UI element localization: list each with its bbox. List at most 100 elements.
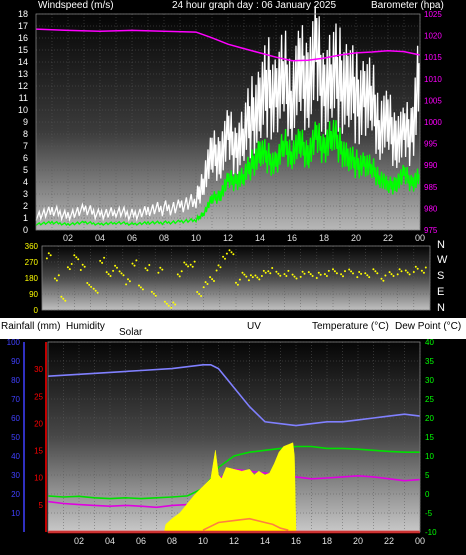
direction-point [342,275,344,278]
direction-point [382,279,385,282]
y-tick-label-temp: 40 [425,339,434,347]
y-tick-label-wind: 13 [18,69,28,79]
direction-point [299,275,302,278]
direction-point [238,278,241,281]
direction-point [118,270,121,273]
dewpoint-label: Dew Point (°C) [395,321,462,332]
direction-point [139,286,142,289]
compass-w: W [437,254,448,266]
direction-point [348,268,351,271]
direction-point [327,269,330,272]
direction-point [368,276,371,279]
y-tick-label-humidity: 30 [11,471,20,480]
direction-point [224,257,226,260]
direction-point [105,271,108,274]
direction-point [68,268,71,271]
direction-point [256,276,259,279]
direction-point [249,274,252,277]
y-tick-label-barometer: 975 [424,226,438,235]
direction-point [180,270,183,273]
direction-point [335,272,338,275]
direction-point [152,292,155,295]
direction-point [254,274,257,277]
y-tick-label-wind: 18 [18,9,28,19]
direction-point [198,293,201,295]
compass-e: E [437,286,445,298]
wind-direction-chart: 0 90 180 270 360 [25,242,431,315]
direction-point [271,267,274,269]
y-tick-label-wind: 4 [23,177,28,187]
direction-point [86,282,89,284]
direction-point [83,265,86,268]
direction-point [307,271,310,274]
direction-point [127,278,129,281]
direction-point [88,283,91,286]
direction-point [247,279,250,282]
y-tick-label-temp: 0 [425,490,430,499]
y-tick-label-temp: 15 [425,433,434,442]
direction-point [279,274,282,277]
y-tick-label-wind: 5 [23,165,28,175]
x-tick-label: 18 [322,536,332,546]
direction-point [133,264,136,267]
direction-point [215,269,218,272]
direction-point [178,275,181,278]
y-tick-label-barometer: 1015 [424,53,442,62]
y-tick-label-barometer: 1020 [424,32,442,41]
direction-point [408,273,411,276]
x-tick-label: 10 [198,536,208,546]
y-tick-label-direction: 180 [25,274,39,283]
x-tick-label: 22 [384,536,394,546]
y-tick-label-temp: 20 [425,414,434,423]
x-tick-label: 04 [105,536,115,546]
direction-point [120,272,123,275]
direction-point [245,275,248,278]
direction-point [211,278,214,281]
y-tick-label-rain: 5 [39,501,44,510]
weather-graph-page: Windspeed (m/s) 24 hour graph day : 06 J… [0,0,466,555]
y-tick-label-humidity: 60 [11,414,20,423]
direction-point [414,265,417,268]
direction-point [390,273,393,276]
direction-point [103,256,106,259]
y-tick-label-humidity: 50 [11,433,20,442]
y-tick-label-direction: 0 [34,306,39,315]
x-tick-label: 06 [136,536,146,546]
direction-point [420,269,423,272]
direction-point [260,275,263,277]
direction-point [73,254,76,257]
y-tick-label-barometer: 985 [424,183,438,192]
direction-point [360,272,363,275]
x-tick-label: 12 [229,536,239,546]
y-tick-label-wind: 12 [18,81,28,91]
y-tick-label-temp: -5 [425,509,433,518]
y-tick-label-rain: 25 [34,392,43,401]
direction-point [57,274,60,277]
direction-point [230,251,233,254]
direction-point [131,262,134,265]
direction-point [285,275,288,277]
direction-point [295,277,298,280]
y-tick-label-rain: 20 [34,419,43,428]
compass-n-bottom: N [437,302,445,314]
x-tick-label: 16 [291,536,301,546]
y-tick-label-humidity: 70 [11,395,20,404]
direction-point [172,301,175,304]
direction-point [193,260,196,263]
direction-point [317,271,320,274]
direction-point [90,285,93,288]
direction-point [332,268,334,271]
x-tick-label: 00 [415,536,425,546]
direction-point [70,263,73,265]
direction-point [398,268,401,271]
direction-point [323,273,326,276]
direction-point [135,259,138,262]
direction-point [81,263,84,266]
y-tick-label-direction: 360 [25,242,39,251]
direction-point [388,271,391,274]
direction-point [267,270,270,273]
direction-point [416,267,419,270]
y-tick-label-wind: 16 [18,33,28,43]
direction-point [114,264,117,267]
direction-point [138,284,140,287]
